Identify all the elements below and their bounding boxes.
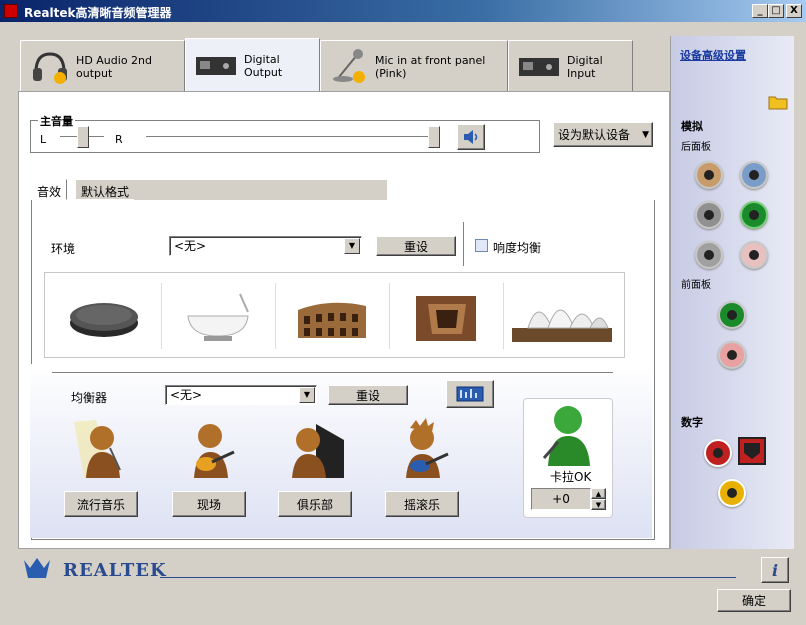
tab-label: Digital Input	[567, 53, 603, 80]
environment-label: 环境	[51, 242, 76, 256]
volume-track	[146, 136, 436, 138]
live-icon[interactable]	[182, 418, 242, 482]
preset-club-button[interactable]: 俱乐部	[278, 491, 352, 517]
digital-input-icon	[517, 50, 561, 84]
digital-device-icon	[194, 49, 238, 83]
tab-default-format[interactable]: 默认格式	[75, 179, 136, 200]
subtab-strip	[134, 179, 387, 200]
optical-port-icon[interactable]	[738, 437, 766, 465]
stone-room-icon[interactable]	[391, 277, 501, 355]
set-default-label: 设为默认设备	[558, 128, 631, 142]
analog-label: 模拟	[681, 120, 703, 133]
divider	[52, 372, 613, 373]
environment-strip	[44, 272, 625, 358]
tab-mic-front-panel[interactable]: Mic in at front panel (Pink)	[320, 40, 508, 92]
back-panel-label: 后面板	[681, 142, 711, 153]
preset-live-button[interactable]: 现场	[172, 491, 246, 517]
jack-tan[interactable]	[695, 161, 723, 189]
window-title: Realtek高清晰音频管理器	[24, 6, 172, 20]
pop-music-icon[interactable]	[72, 418, 132, 482]
jack-gray-2[interactable]	[695, 241, 723, 269]
right-label: R	[115, 133, 123, 146]
brand-name: REALTEK	[63, 560, 167, 581]
karaoke-down-button[interactable]: ▼	[591, 499, 606, 510]
loudness-checkbox[interactable]	[475, 239, 488, 252]
colosseum-icon[interactable]	[277, 277, 387, 355]
karaoke-icon	[536, 402, 596, 468]
ok-button[interactable]: 确定	[717, 589, 791, 612]
loudness-label: 响度均衡	[493, 241, 542, 255]
left-label: L	[40, 133, 47, 146]
tab-sound-effects[interactable]: 音效	[31, 179, 68, 200]
tab-label: Digital Output	[244, 52, 283, 79]
tab-hd-audio-2nd-output[interactable]: HD Audio 2nd output	[20, 40, 185, 92]
title-bar: Realtek高清晰音频管理器 _ □ X	[0, 0, 806, 22]
jack-front-pink[interactable]	[718, 341, 746, 369]
karaoke-value-field[interactable]: +0	[531, 488, 591, 510]
jack-gray[interactable]	[695, 201, 723, 229]
coaxial-red-icon[interactable]	[704, 439, 732, 467]
karaoke-up-button[interactable]: ▲	[591, 488, 606, 499]
volume-title: 主音量	[38, 113, 75, 129]
device-advanced-settings-link[interactable]: 设备高级设置	[680, 47, 746, 63]
graphic-eq-button[interactable]	[446, 380, 494, 408]
balance-slider[interactable]	[77, 126, 89, 148]
speaker-icon	[464, 130, 478, 144]
preset-pop-button[interactable]: 流行音乐	[64, 491, 138, 517]
environment-value: <无>	[174, 239, 207, 253]
jack-green[interactable]	[740, 201, 768, 229]
karaoke-label: 卡拉OK	[550, 470, 592, 484]
folder-icon[interactable]	[768, 94, 788, 110]
maximize-button[interactable]: □	[768, 4, 784, 18]
equalizer-icon	[456, 386, 484, 402]
dropdown-arrow-icon: ▼	[642, 129, 649, 140]
tab-digital-output[interactable]: Digital Output	[185, 38, 320, 92]
chevron-down-icon: ▼	[299, 387, 315, 403]
front-panel-label: 前面板	[681, 280, 711, 291]
stone-icon[interactable]	[49, 277, 159, 355]
jack-blue[interactable]	[740, 161, 768, 189]
tab-digital-input[interactable]: Digital Input	[508, 40, 633, 92]
club-icon[interactable]	[286, 418, 346, 482]
speaker-mute-button[interactable]	[457, 124, 485, 150]
opera-house-icon[interactable]	[507, 277, 617, 355]
environment-select[interactable]: <无> ▼	[169, 236, 362, 256]
rock-icon[interactable]	[394, 418, 454, 482]
microphone-icon	[329, 48, 369, 84]
coaxial-yellow-icon[interactable]	[718, 479, 746, 507]
chevron-down-icon: ▼	[344, 238, 360, 254]
tab-label: Mic in at front panel (Pink)	[375, 53, 486, 80]
headphones-icon	[29, 50, 70, 84]
info-button[interactable]: i	[761, 557, 789, 583]
right-panel	[670, 36, 794, 549]
app-icon	[4, 4, 18, 18]
brand-underline	[160, 577, 736, 578]
environment-reset-button[interactable]: 重设	[376, 236, 456, 256]
minimize-button[interactable]: _	[752, 4, 768, 18]
equalizer-reset-button[interactable]: 重设	[328, 385, 408, 405]
equalizer-select[interactable]: <无> ▼	[165, 385, 317, 405]
jack-pink[interactable]	[740, 241, 768, 269]
digital-label: 数字	[681, 416, 703, 429]
equalizer-label: 均衡器	[71, 391, 108, 405]
divider	[463, 222, 464, 266]
preset-rock-button[interactable]: 摇滚乐	[385, 491, 459, 517]
tab-label: HD Audio 2nd output	[76, 53, 152, 80]
close-button[interactable]: X	[786, 4, 802, 18]
jack-front-green[interactable]	[718, 301, 746, 329]
realtek-logo-icon	[22, 556, 52, 582]
equalizer-value: <无>	[170, 388, 203, 402]
volume-slider[interactable]	[428, 126, 440, 148]
set-default-device-button[interactable]: 设为默认设备 ▼	[553, 122, 653, 147]
bathtub-icon[interactable]	[163, 277, 273, 355]
